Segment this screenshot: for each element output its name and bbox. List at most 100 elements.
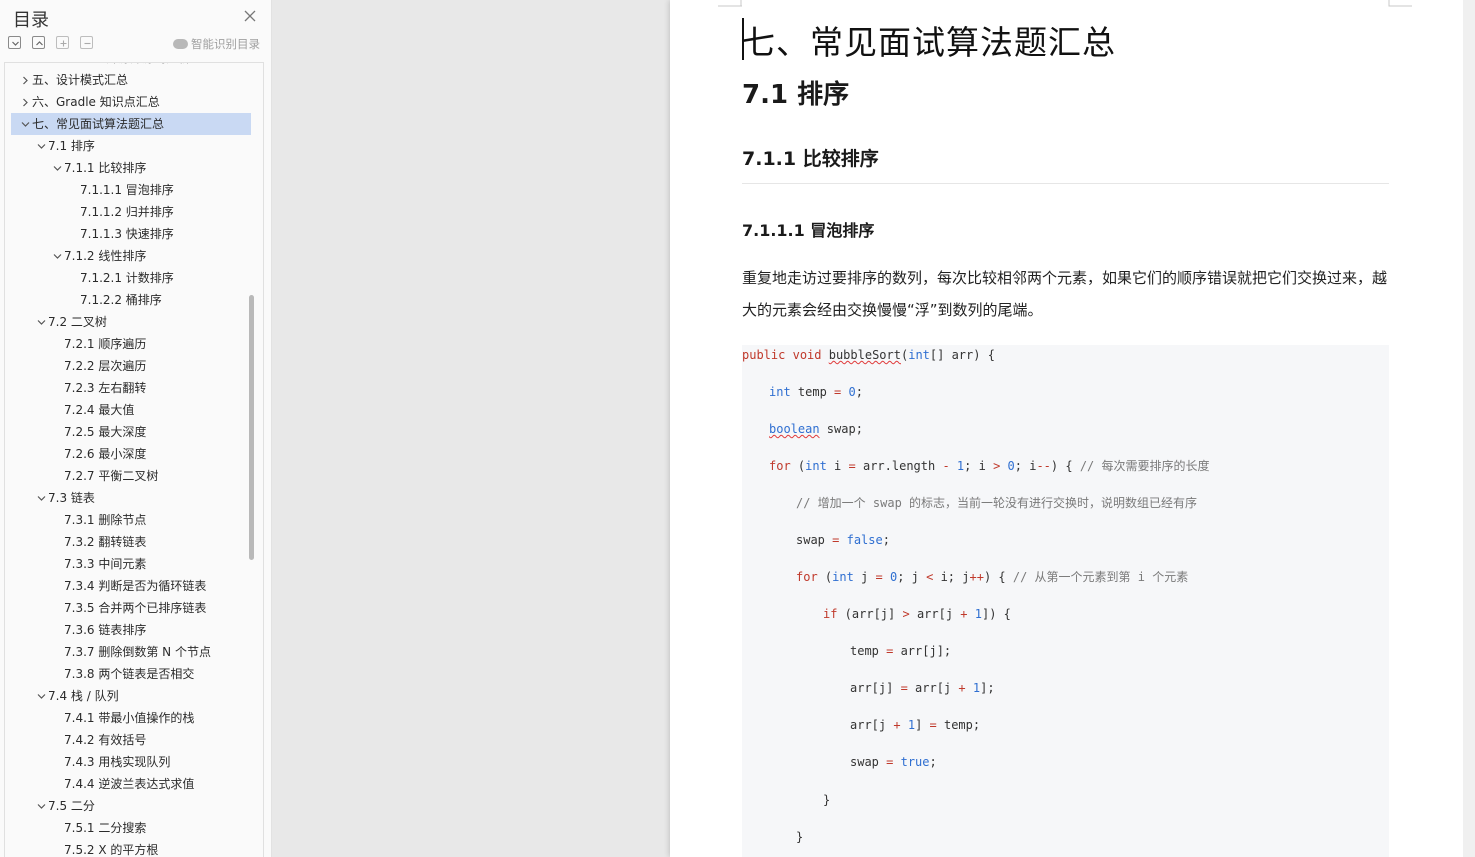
code-line: swap = false; bbox=[796, 533, 890, 547]
toc-item[interactable]: 7.5.2 X 的平方根 bbox=[5, 839, 245, 857]
toc-item[interactable]: 7.3.7 删除倒数第 N 个节点 bbox=[5, 641, 245, 663]
collapse-all-icon[interactable] bbox=[32, 36, 45, 49]
chevron-right-icon[interactable] bbox=[21, 98, 30, 107]
toc-item-label: 7.1.1.2 归并排序 bbox=[80, 205, 174, 219]
chevron-down-icon[interactable] bbox=[37, 318, 46, 327]
toc-item[interactable]: 7.2.3 左右翻转 bbox=[5, 377, 245, 399]
close-icon[interactable] bbox=[242, 8, 258, 24]
toc-item[interactable]: 7.3.1 删除节点 bbox=[5, 509, 245, 531]
toc-item[interactable]: 7.1.1.2 归并排序 bbox=[5, 201, 245, 223]
toc-scrollbar[interactable] bbox=[249, 295, 254, 560]
toc-item-label: 五、设计模式汇总 bbox=[32, 73, 129, 87]
chevron-down-icon[interactable] bbox=[37, 802, 46, 811]
toc-item[interactable]: 7.2.1 顺序遍历 bbox=[5, 333, 245, 355]
toc-item[interactable]: 7.1.1.3 快速排序 bbox=[5, 223, 245, 245]
toc-item-label: 7.4 栈 / 队列 bbox=[48, 689, 119, 703]
toc-item[interactable]: 7.1.2 线性排序 bbox=[5, 245, 245, 267]
heading-3[interactable]: 7.1.1 比较排序 bbox=[742, 144, 879, 171]
add-heading-icon[interactable] bbox=[56, 36, 69, 49]
remove-heading-icon[interactable] bbox=[80, 36, 93, 49]
toc-item-label: 7.3.8 两个链表是否相交 bbox=[64, 667, 195, 681]
toc-item[interactable]: 7.3.8 两个链表是否相交 bbox=[5, 663, 245, 685]
toc-item-label: 7.2.4 最大值 bbox=[64, 403, 135, 417]
document-scrollbar[interactable] bbox=[1463, 0, 1475, 857]
chevron-right-icon[interactable] bbox=[21, 76, 30, 85]
chevron-down-icon[interactable] bbox=[21, 120, 30, 129]
toc-tree: 四、Android 开源库源码分析五、设计模式汇总六、Gradle 知识点汇总七… bbox=[4, 62, 264, 857]
toc-item[interactable]: 7.4 栈 / 队列 bbox=[5, 685, 245, 707]
toc-item-label: 7.3.5 合并两个已排序链表 bbox=[64, 601, 207, 615]
toc-item[interactable]: 7.2 二叉树 bbox=[5, 311, 245, 333]
chevron-down-icon[interactable] bbox=[37, 494, 46, 503]
toc-item[interactable]: 7.2.5 最大深度 bbox=[5, 421, 245, 443]
page-corner-mark-right bbox=[1388, 0, 1412, 7]
toc-item-label: 7.4.4 逆波兰表达式求值 bbox=[64, 777, 195, 791]
heading-2[interactable]: 7.1 排序 bbox=[742, 74, 849, 111]
code-line: arr[j + 1] = temp; bbox=[850, 718, 981, 732]
code-line: // 增加一个 swap 的标志，当前一轮没有进行交换时，说明数组已经有序 bbox=[796, 496, 1198, 510]
toc-item[interactable]: 7.2.7 平衡二叉树 bbox=[5, 465, 245, 487]
toc-item[interactable]: 7.3.5 合并两个已排序链表 bbox=[5, 597, 245, 619]
heading-1[interactable]: 七、常见面试算法题汇总 bbox=[742, 16, 1116, 64]
toc-item-label: 六、Gradle 知识点汇总 bbox=[32, 95, 160, 109]
page-corner-mark-left bbox=[718, 0, 742, 7]
toc-item-label: 七、常见面试算法题汇总 bbox=[32, 117, 165, 131]
heading-divider bbox=[742, 183, 1389, 184]
toc-item[interactable]: 7.3.6 链表排序 bbox=[5, 619, 245, 641]
expand-all-icon[interactable] bbox=[8, 36, 21, 49]
toc-item-label: 7.4.2 有效括号 bbox=[64, 733, 147, 747]
smart-recognize-button[interactable]: 智能识别目录 bbox=[173, 36, 260, 52]
toc-item[interactable]: 7.4.1 带最小值操作的栈 bbox=[5, 707, 245, 729]
toc-rows: 四、Android 开源库源码分析五、设计模式汇总六、Gradle 知识点汇总七… bbox=[5, 62, 251, 857]
chevron-down-icon[interactable] bbox=[37, 142, 46, 151]
toc-item-label: 7.5 二分 bbox=[48, 799, 95, 813]
toc-item-label: 7.2 二叉树 bbox=[48, 315, 107, 329]
toc-item-label: 四、Android 开源库源码分析 bbox=[32, 63, 190, 69]
toc-item-label: 7.2.5 最大深度 bbox=[64, 425, 147, 439]
toc-item-label: 7.1.1 比较排序 bbox=[64, 161, 147, 175]
toc-item-label: 7.2.6 最小深度 bbox=[64, 447, 147, 461]
chevron-right-icon[interactable] bbox=[21, 62, 30, 63]
toc-item[interactable]: 7.1 排序 bbox=[5, 135, 245, 157]
toc-item[interactable]: 7.4.2 有效括号 bbox=[5, 729, 245, 751]
toc-item[interactable]: 7.3.3 中间元素 bbox=[5, 553, 245, 575]
toc-item[interactable]: 7.1.1 比较排序 bbox=[5, 157, 245, 179]
code-line: } bbox=[796, 830, 804, 844]
toc-item[interactable]: 7.2.4 最大值 bbox=[5, 399, 245, 421]
smart-recognize-label: 智能识别目录 bbox=[191, 37, 260, 51]
toc-item[interactable]: 七、常见面试算法题汇总 bbox=[11, 113, 251, 135]
toc-item[interactable]: 7.2.2 层次遍历 bbox=[5, 355, 245, 377]
toc-item[interactable]: 四、Android 开源库源码分析 bbox=[5, 62, 245, 69]
document-page: 七、常见面试算法题汇总 7.1 排序 7.1.1 比较排序 7.1.1.1 冒泡… bbox=[670, 0, 1463, 857]
toc-item[interactable]: 7.4.4 逆波兰表达式求值 bbox=[5, 773, 245, 795]
toc-item[interactable]: 7.5.1 二分搜索 bbox=[5, 817, 245, 839]
code-line: arr[j] = arr[j + 1]; bbox=[850, 681, 995, 695]
toc-item[interactable]: 7.1.2.2 桶排序 bbox=[5, 289, 245, 311]
body-paragraph[interactable]: 重复地走访过要排序的数列，每次比较相邻两个元素，如果它们的顺序错误就把它们交换过… bbox=[742, 262, 1392, 326]
code-block[interactable]: public void bubbleSort(int[] arr) { int … bbox=[742, 345, 1389, 857]
toc-item-label: 7.3.1 删除节点 bbox=[64, 513, 147, 527]
toc-item-label: 7.2.7 平衡二叉树 bbox=[64, 469, 159, 483]
code-line: if (arr[j] > arr[j + 1]) { bbox=[823, 607, 1011, 621]
heading-4[interactable]: 7.1.1.1 冒泡排序 bbox=[742, 217, 874, 241]
toc-item[interactable]: 五、设计模式汇总 bbox=[5, 69, 245, 91]
toc-item-label: 7.1.1.1 冒泡排序 bbox=[80, 183, 174, 197]
toc-item[interactable]: 7.4.3 用栈实现队列 bbox=[5, 751, 245, 773]
toc-item[interactable]: 7.3.2 翻转链表 bbox=[5, 531, 245, 553]
toc-item[interactable]: 六、Gradle 知识点汇总 bbox=[5, 91, 245, 113]
toc-item-label: 7.1 排序 bbox=[48, 139, 95, 153]
chevron-down-icon[interactable] bbox=[53, 164, 62, 173]
chevron-down-icon[interactable] bbox=[37, 692, 46, 701]
code-line: int temp = 0; bbox=[769, 385, 863, 399]
toc-item[interactable]: 7.1.1.1 冒泡排序 bbox=[5, 179, 245, 201]
toc-item[interactable]: 7.1.2.1 计数排序 bbox=[5, 267, 245, 289]
toc-item[interactable]: 7.5 二分 bbox=[5, 795, 245, 817]
code-line: for (int i = arr.length - 1; i > 0; i--)… bbox=[769, 459, 1210, 473]
code-line: boolean swap; bbox=[769, 422, 863, 436]
toc-item-label: 7.3.2 翻转链表 bbox=[64, 535, 147, 549]
chevron-down-icon[interactable] bbox=[53, 252, 62, 261]
toc-item[interactable]: 7.2.6 最小深度 bbox=[5, 443, 245, 465]
toc-item-label: 7.2.1 顺序遍历 bbox=[64, 337, 147, 351]
toc-item[interactable]: 7.3.4 判断是否为循环链表 bbox=[5, 575, 245, 597]
toc-item[interactable]: 7.3 链表 bbox=[5, 487, 245, 509]
